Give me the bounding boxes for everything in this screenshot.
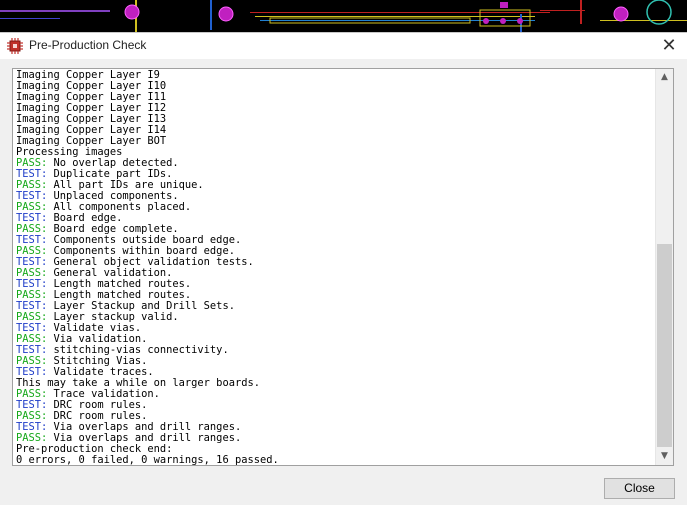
chip-icon — [7, 38, 23, 54]
vertical-scrollbar[interactable]: ▲ ▼ — [655, 69, 673, 465]
log-message: 0 errors, 0 failed, 0 warnings, 16 passe… — [16, 454, 279, 466]
dialog-titlebar[interactable]: Pre-Production Check ✕ — [0, 33, 687, 59]
pcb-canvas — [0, 0, 687, 34]
close-button[interactable]: Close — [604, 478, 675, 499]
log-line: 0 errors, 0 failed, 0 warnings, 16 passe… — [16, 455, 656, 466]
pre-production-check-dialog: Pre-Production Check ✕ Imaging Copper La… — [0, 32, 687, 505]
dialog-title: Pre-Production Check — [29, 38, 147, 52]
close-icon[interactable]: ✕ — [659, 36, 679, 56]
log-output[interactable]: Imaging Copper Layer I9 Imaging Copper La… — [12, 68, 674, 466]
scrollbar-thumb[interactable] — [657, 244, 672, 447]
log-text: Imaging Copper Layer I9 Imaging Copper La… — [16, 70, 656, 466]
scroll-up-arrow-icon[interactable]: ▲ — [656, 69, 673, 86]
scroll-down-arrow-icon[interactable]: ▼ — [656, 448, 673, 465]
